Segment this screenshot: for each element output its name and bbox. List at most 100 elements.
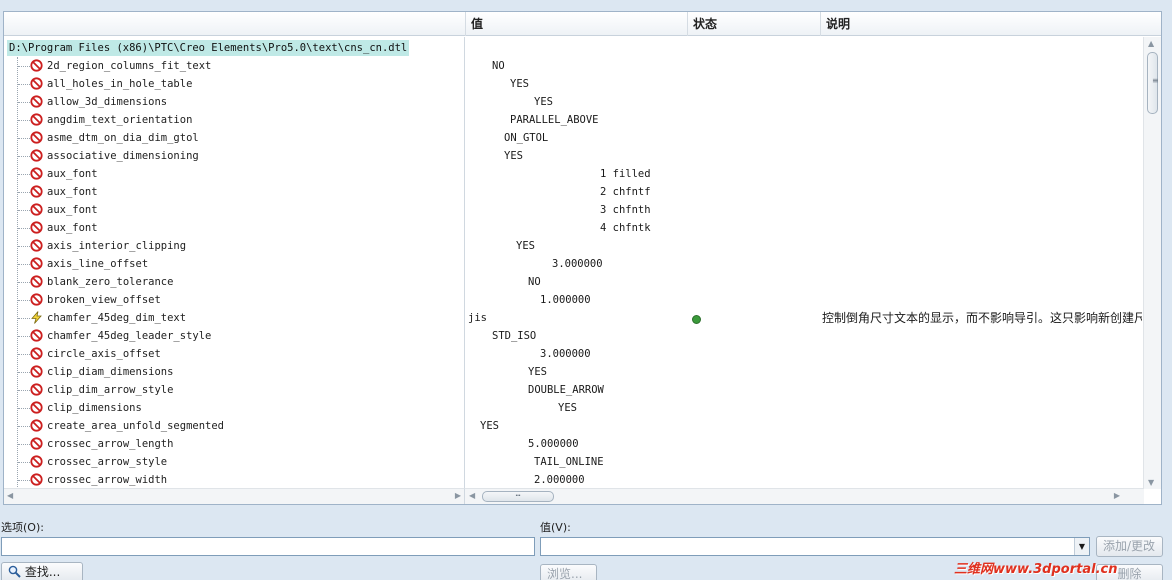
- option-value: 4 chfntk: [600, 222, 651, 234]
- value-row[interactable]: 1.000000: [465, 291, 1142, 309]
- value-row[interactable]: NO: [465, 273, 1142, 291]
- tree-branch-line: [18, 318, 30, 319]
- value-column-area: NO YES YES PARALLEL_ABOVE ON_GTOL YES 1 filled…: [465, 37, 1142, 489]
- ban-icon: [30, 455, 43, 468]
- tree-branch-line: [18, 174, 30, 175]
- header-description-column[interactable]: 说明: [820, 12, 1163, 36]
- vertical-scroll-thumb[interactable]: ≡: [1147, 52, 1159, 114]
- option-name: aux_font: [47, 168, 98, 180]
- option-row[interactable]: clip_dimensions: [4, 399, 464, 417]
- option-row[interactable]: associative_dimensioning: [4, 147, 464, 165]
- ban-icon: [30, 347, 43, 360]
- tree-branch-line: [18, 426, 30, 427]
- value-dropdown[interactable]: ▼: [540, 537, 1090, 556]
- ban-icon: [30, 131, 43, 144]
- value-label: 值(V):: [540, 521, 571, 534]
- values-horizontal-scrollbar[interactable]: ◀ ┅ ▶: [465, 488, 1144, 504]
- option-row[interactable]: aux_font: [4, 201, 464, 219]
- option-tree: D:\Program Files (x86)\PTC\Creo Elements…: [4, 37, 465, 489]
- add-change-button[interactable]: 添加/更改: [1096, 536, 1163, 557]
- option-row[interactable]: clip_diam_dimensions: [4, 363, 464, 381]
- option-row[interactable]: broken_view_offset: [4, 291, 464, 309]
- value-row[interactable]: YES: [465, 75, 1142, 93]
- ban-icon: [30, 473, 43, 486]
- value-row[interactable]: YES: [465, 93, 1142, 111]
- option-row[interactable]: axis_line_offset: [4, 255, 464, 273]
- tree-horizontal-scrollbar[interactable]: ◀ ▶: [4, 488, 465, 504]
- tree-branch-line: [18, 300, 30, 301]
- option-name: crossec_arrow_width: [47, 474, 168, 486]
- value-row[interactable]: NO: [465, 57, 1142, 75]
- option-row[interactable]: angdim_text_orientation: [4, 111, 464, 129]
- value-row[interactable]: YES: [465, 399, 1142, 417]
- option-row[interactable]: create_area_unfold_segmented: [4, 417, 464, 435]
- scroll-up-icon[interactable]: ▲: [1148, 39, 1154, 48]
- header-value-column[interactable]: 值: [465, 12, 687, 36]
- value-row[interactable]: STD_ISO: [465, 327, 1142, 345]
- ban-icon: [30, 239, 43, 252]
- value-row[interactable]: 3 chfnth: [465, 201, 1142, 219]
- option-row[interactable]: aux_font: [4, 165, 464, 183]
- value-row[interactable]: YES: [465, 363, 1142, 381]
- value-row[interactable]: YES: [465, 147, 1142, 165]
- scroll-left-icon[interactable]: ◀: [469, 491, 475, 500]
- scroll-right-icon[interactable]: ▶: [1114, 491, 1120, 500]
- find-button-label: 查找...: [24, 565, 61, 579]
- option-value: YES: [510, 78, 529, 90]
- scroll-left-icon[interactable]: ◀: [7, 491, 13, 500]
- horizontal-scroll-thumb[interactable]: ┅: [482, 491, 554, 502]
- option-row[interactable]: clip_dim_arrow_style: [4, 381, 464, 399]
- option-row[interactable]: crossec_arrow_width: [4, 471, 464, 489]
- value-row[interactable]: 4 chfntk: [465, 219, 1142, 237]
- option-name: broken_view_offset: [47, 294, 161, 306]
- option-row[interactable]: aux_font: [4, 219, 464, 237]
- value-row[interactable]: jis 控制倒角尺寸文本的显示，而不影响导引。这只影响新创建尺: [465, 309, 1142, 327]
- ban-icon: [30, 383, 43, 396]
- tree-root-path[interactable]: D:\Program Files (x86)\PTC\Creo Elements…: [7, 40, 410, 56]
- value-row[interactable]: DOUBLE_ARROW: [465, 381, 1142, 399]
- option-input[interactable]: [1, 537, 535, 556]
- option-row[interactable]: crossec_arrow_style: [4, 453, 464, 471]
- chevron-down-icon[interactable]: ▼: [1074, 538, 1089, 555]
- value-row[interactable]: YES: [465, 417, 1142, 435]
- value-row[interactable]: TAIL_ONLINE: [465, 453, 1142, 471]
- value-row[interactable]: ON_GTOL: [465, 129, 1142, 147]
- ban-icon: [30, 293, 43, 306]
- value-row[interactable]: 1 filled: [465, 165, 1142, 183]
- option-name: chamfer_45deg_dim_text: [47, 312, 187, 324]
- option-name: crossec_arrow_length: [47, 438, 174, 450]
- value-row[interactable]: 3.000000: [465, 345, 1142, 363]
- value-row[interactable]: 2.000000: [465, 471, 1142, 489]
- option-row[interactable]: 2d_region_columns_fit_text: [4, 57, 464, 75]
- vertical-scrollbar[interactable]: ▲ ≡ ▼: [1143, 37, 1161, 489]
- scroll-right-icon[interactable]: ▶: [455, 491, 461, 500]
- option-name: aux_font: [47, 222, 98, 234]
- option-row[interactable]: chamfer_45deg_leader_style: [4, 327, 464, 345]
- option-row[interactable]: chamfer_45deg_dim_text: [4, 309, 464, 327]
- option-row[interactable]: blank_zero_tolerance: [4, 273, 464, 291]
- option-row[interactable]: aux_font: [4, 183, 464, 201]
- header-status-column[interactable]: 状态: [687, 12, 820, 36]
- header-option-column[interactable]: [4, 12, 465, 36]
- ban-icon: [30, 149, 43, 162]
- option-row[interactable]: axis_interior_clipping: [4, 237, 464, 255]
- option-description: 控制倒角尺寸文本的显示，而不影响导引。这只影响新创建尺: [822, 311, 1142, 325]
- option-name: blank_zero_tolerance: [47, 276, 174, 288]
- tree-branch-line: [18, 228, 30, 229]
- browse-button[interactable]: 浏览...: [540, 564, 597, 580]
- option-row[interactable]: asme_dtm_on_dia_dim_gtol: [4, 129, 464, 147]
- option-row[interactable]: all_holes_in_hole_table: [4, 75, 464, 93]
- value-row[interactable]: PARALLEL_ABOVE: [465, 111, 1142, 129]
- value-row[interactable]: 2 chfntf: [465, 183, 1142, 201]
- value-row[interactable]: YES: [465, 237, 1142, 255]
- option-row[interactable]: crossec_arrow_length: [4, 435, 464, 453]
- option-row[interactable]: allow_3d_dimensions: [4, 93, 464, 111]
- option-row[interactable]: circle_axis_offset: [4, 345, 464, 363]
- scroll-down-icon[interactable]: ▼: [1148, 478, 1154, 487]
- option-name: 2d_region_columns_fit_text: [47, 60, 212, 72]
- find-button[interactable]: 查找...: [1, 562, 83, 580]
- option-value: 5.000000: [528, 438, 579, 450]
- value-row[interactable]: 5.000000: [465, 435, 1142, 453]
- tree-branch-line: [18, 138, 30, 139]
- value-row[interactable]: 3.000000: [465, 255, 1142, 273]
